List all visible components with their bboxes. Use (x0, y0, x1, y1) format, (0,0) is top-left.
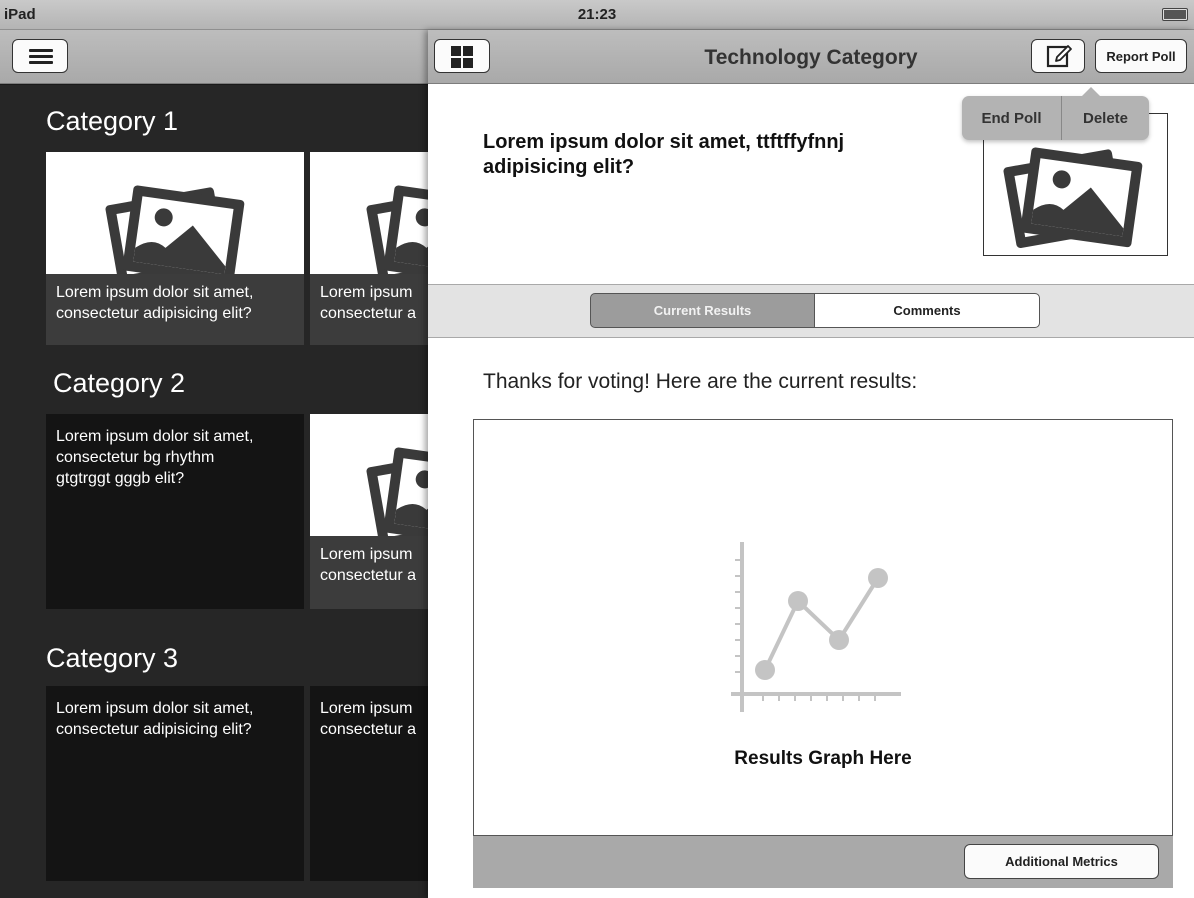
tile-image (310, 152, 428, 274)
left-toolbar (0, 30, 440, 84)
tab-current-results[interactable]: Current Results (590, 293, 815, 328)
poll-detail-panel: Technology Category Report Poll Lorem ip… (428, 30, 1194, 898)
photo-icon (365, 446, 428, 536)
results-graph-label: Results Graph Here (734, 748, 912, 769)
results-footer: Additional Metrics (473, 836, 1173, 888)
tile-image (310, 414, 428, 536)
photo-icon (1002, 146, 1143, 249)
poll-tile[interactable]: Lorem ipsum consectetur a (310, 686, 428, 881)
category-list[interactable]: Category 1 Lorem ipsum dolor sit amet, c… (0, 85, 440, 898)
edit-icon (1046, 45, 1072, 68)
tile-image (46, 152, 304, 274)
results-graph-area: Results Graph Here (473, 419, 1173, 836)
tile-caption: Lorem ipsum consectetur a (310, 536, 428, 609)
edit-button[interactable] (1031, 39, 1085, 73)
line-chart-icon (731, 542, 901, 712)
detail-toolbar: Technology Category Report Poll (428, 30, 1194, 84)
status-bar: iPad 21:23 (0, 0, 1194, 30)
tile-caption: Lorem ipsum dolor sit amet, consectetur … (46, 274, 304, 345)
tile-caption: Lorem ipsum consectetur a (310, 274, 428, 345)
additional-metrics-button[interactable]: Additional Metrics (964, 844, 1159, 879)
photo-icon (104, 184, 245, 274)
status-time: 21:23 (577, 6, 617, 23)
category-title: Category 3 (46, 643, 179, 673)
tile-caption: Lorem ipsum dolor sit amet, consectetur … (56, 428, 254, 487)
thanks-message: Thanks for voting! Here are the current … (483, 370, 918, 393)
tile-caption: Lorem ipsum consectetur a (320, 700, 417, 738)
delete-button[interactable]: Delete (1062, 96, 1149, 140)
poll-tile[interactable]: Lorem ipsum dolor sit amet, consectetur … (46, 152, 304, 345)
menu-button[interactable] (12, 39, 68, 73)
end-poll-button[interactable]: End Poll (962, 96, 1061, 140)
poll-tile[interactable]: Lorem ipsum dolor sit amet, consectetur … (46, 686, 304, 881)
battery-icon (1162, 8, 1188, 21)
menu-icon (29, 49, 53, 52)
category-title: Category 1 (46, 106, 179, 136)
report-poll-button[interactable]: Report Poll (1095, 39, 1187, 73)
poll-tile[interactable]: Lorem ipsum dolor sit amet, consectetur … (46, 414, 304, 609)
results-tabs: Current Results Comments (428, 284, 1194, 338)
tile-caption: Lorem ipsum dolor sit amet, consectetur … (56, 700, 254, 738)
tab-comments[interactable]: Comments (814, 293, 1040, 328)
poll-tile[interactable]: Lorem ipsum consectetur a (310, 152, 428, 345)
poll-actions-popover: End Poll Delete (962, 87, 1149, 140)
category-title: Category 2 (53, 368, 186, 398)
poll-question: Lorem ipsum dolor sit amet, ttftffyfnnj … (483, 131, 845, 178)
poll-tile[interactable]: Lorem ipsum consectetur a (310, 414, 428, 609)
photo-icon (365, 184, 428, 274)
